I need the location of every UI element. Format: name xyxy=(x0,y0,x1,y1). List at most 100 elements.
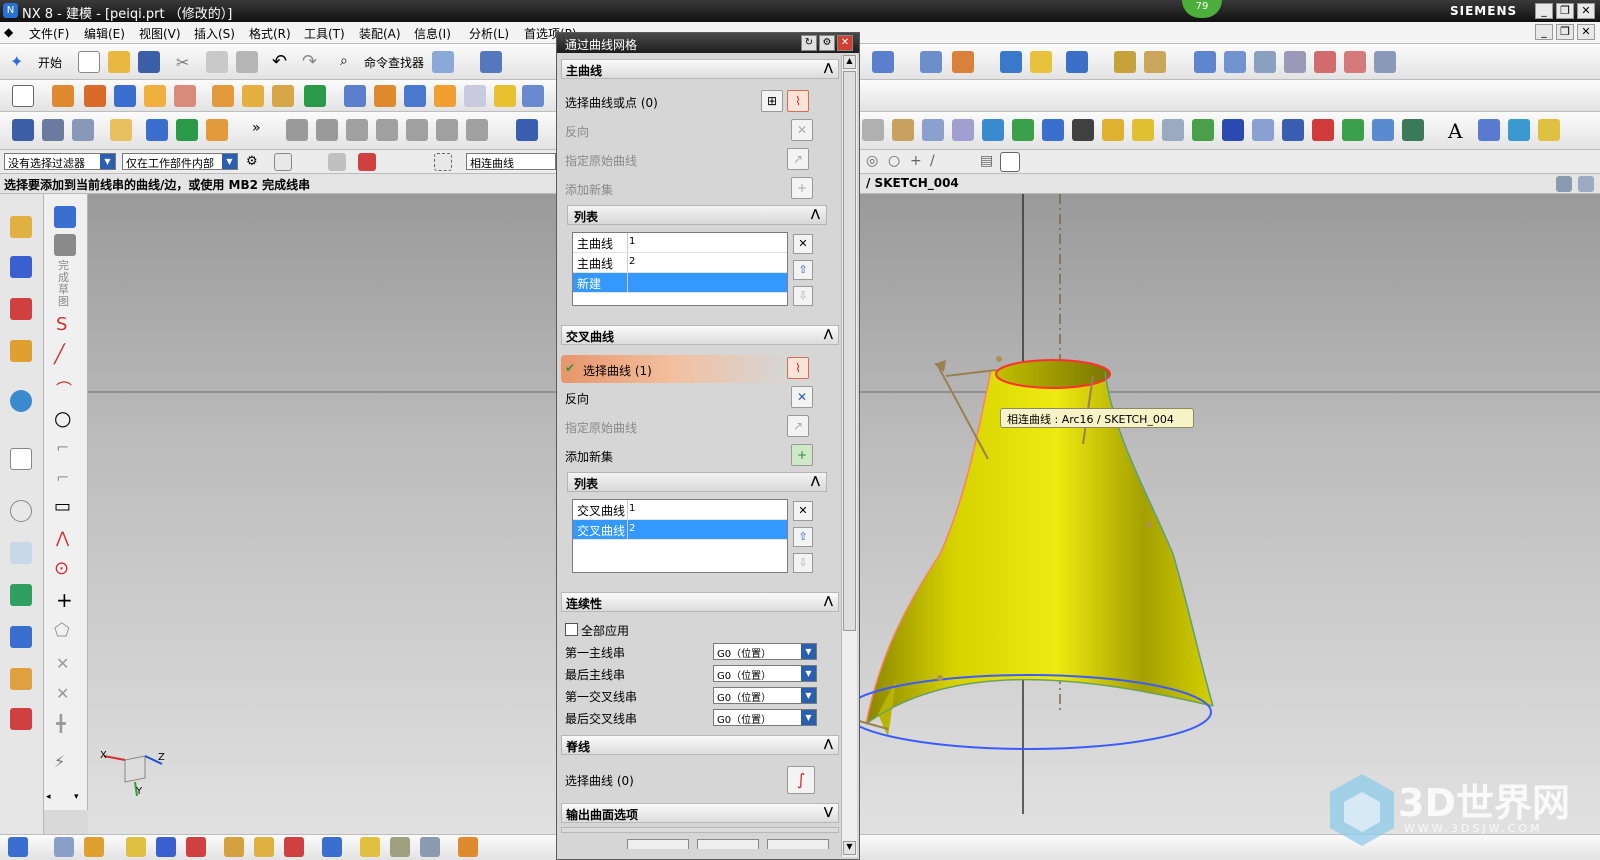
toolbar-icon-c[interactable] xyxy=(952,51,974,73)
list-item[interactable]: 主曲线 2 xyxy=(573,253,787,273)
filter-tool-icon[interactable]: ⚙ xyxy=(246,154,258,169)
sketch-icon[interactable] xyxy=(12,85,34,107)
snap-tool-icon[interactable] xyxy=(274,153,292,171)
bottom-tool-2-icon[interactable] xyxy=(54,837,74,857)
quick-trim-icon[interactable]: ✕ xyxy=(56,654,69,673)
spine-curve-icon[interactable]: ∫ xyxy=(787,766,815,794)
move-up-icon[interactable]: ⇧ xyxy=(793,260,813,280)
scroll-down-arrow[interactable]: ▼ xyxy=(843,841,856,855)
ellipse-icon[interactable]: ⊙ xyxy=(54,558,69,579)
part-navigator-icon[interactable] xyxy=(10,298,32,320)
snap-center-icon[interactable]: ◎ xyxy=(866,153,878,169)
toolbar-icon-d[interactable] xyxy=(1000,51,1022,73)
curve-tool-1-icon[interactable] xyxy=(286,119,308,141)
system-scenes-icon[interactable] xyxy=(10,708,32,730)
block-icon[interactable] xyxy=(114,85,136,107)
snap-tool-2-icon[interactable] xyxy=(328,153,346,171)
toolbar-select-icon[interactable] xyxy=(480,51,502,73)
list-item-selected[interactable]: 交叉曲线 2 xyxy=(573,520,787,540)
bottom-tool-11-icon[interactable] xyxy=(360,837,380,857)
surface-tool-11-icon[interactable] xyxy=(1162,119,1184,141)
cross-select-curve-icon[interactable]: ⌇ xyxy=(787,357,809,379)
roles-icon[interactable] xyxy=(10,668,32,690)
mirror-icon[interactable] xyxy=(522,85,544,107)
offset-curve-icon[interactable]: ⬠ xyxy=(54,620,70,641)
curve-tool-4-icon[interactable] xyxy=(376,119,398,141)
surface-tool-16-icon[interactable] xyxy=(1312,119,1334,141)
settings-gear-icon[interactable]: ⚙ xyxy=(819,35,835,51)
new-file-icon[interactable] xyxy=(78,51,100,73)
surface-tool-13-icon[interactable] xyxy=(1222,119,1244,141)
doc-minimize-button[interactable]: _ xyxy=(1535,24,1553,40)
surface-tool-4-icon[interactable] xyxy=(952,119,974,141)
surface-tool-8-icon[interactable] xyxy=(1072,119,1094,141)
cross-reverse-icon[interactable]: ✕ xyxy=(791,386,813,408)
toolbar-icon-a[interactable] xyxy=(872,51,894,73)
open-folder-icon[interactable] xyxy=(108,51,130,73)
first-cross-dropdown[interactable]: G0（位置） ▼ xyxy=(713,687,817,704)
toolbar-icon-m[interactable] xyxy=(1344,51,1366,73)
datum-icon[interactable] xyxy=(304,85,326,107)
bottom-tool-1-icon[interactable] xyxy=(8,837,28,857)
line-icon[interactable]: ╱ xyxy=(54,344,65,365)
trim-body-icon[interactable] xyxy=(404,85,426,107)
offset-face-icon[interactable] xyxy=(464,85,486,107)
polygon-icon[interactable]: ⋀ xyxy=(56,528,69,547)
green-tool-icon[interactable] xyxy=(176,119,198,141)
primary-reverse-icon[interactable]: ✕ xyxy=(791,119,813,141)
bottom-tool-8-icon[interactable] xyxy=(254,837,274,857)
surface-tool-15-icon[interactable] xyxy=(1282,119,1304,141)
surface-tool-6-icon[interactable] xyxy=(1012,119,1034,141)
cross-remove-icon[interactable]: ✕ xyxy=(793,501,813,521)
surface-tool-19-icon[interactable] xyxy=(1402,119,1424,141)
toolbar-icon-h[interactable] xyxy=(1194,51,1216,73)
continuity-header[interactable]: 连续性 ⋀ xyxy=(561,592,839,612)
point-dialog-icon[interactable]: ⊞ xyxy=(761,90,783,112)
surface-tool-7-icon[interactable] xyxy=(1042,119,1064,141)
dialog-close-icon[interactable]: ✕ xyxy=(837,35,853,51)
toolbar-icon-j[interactable] xyxy=(1254,51,1276,73)
menu-file[interactable]: 文件(F) xyxy=(29,25,69,42)
edit-icon[interactable] xyxy=(110,119,132,141)
system-materials-icon[interactable] xyxy=(10,542,32,564)
surface-tool-9-icon[interactable] xyxy=(1102,119,1124,141)
toolbar-grid-icon[interactable] xyxy=(432,51,454,73)
bottom-tool-9-icon[interactable] xyxy=(284,837,304,857)
sketch-name-icon[interactable] xyxy=(54,234,76,256)
history-icon[interactable] xyxy=(10,500,32,522)
surface-tool-21-icon[interactable] xyxy=(1508,119,1530,141)
cross-origin-icon[interactable]: ↗ xyxy=(787,415,809,437)
minimize-button[interactable]: _ xyxy=(1535,3,1553,19)
arc-icon[interactable]: ⌒ xyxy=(56,376,72,400)
shell-icon[interactable] xyxy=(242,85,264,107)
menu-information[interactable]: 信息(I) xyxy=(414,25,451,42)
point-icon[interactable]: + xyxy=(56,588,73,612)
extrude-icon[interactable] xyxy=(52,85,74,107)
bottom-tool-14-icon[interactable] xyxy=(458,837,478,857)
toolbar-icon-i[interactable] xyxy=(1224,51,1246,73)
surface-tool-3-icon[interactable] xyxy=(922,119,944,141)
bottom-tool-6-icon[interactable] xyxy=(186,837,206,857)
last-primary-dropdown[interactable]: G0（位置） ▼ xyxy=(713,665,817,682)
toolbar-overflow-icon[interactable]: » xyxy=(252,120,261,136)
maximize-button[interactable]: ❐ xyxy=(1556,3,1574,19)
snap-line-icon[interactable]: / xyxy=(930,153,935,169)
menu-insert[interactable]: 插入(S) xyxy=(194,25,235,42)
profile-icon[interactable]: S xyxy=(56,314,67,335)
cross-select-highlight[interactable]: ✔ 选择曲线 (1) xyxy=(561,355,787,383)
unite-icon[interactable] xyxy=(374,85,396,107)
curve-tool-2-icon[interactable] xyxy=(316,119,338,141)
select-curve-icon[interactable]: ⌇ xyxy=(787,90,809,112)
toolbar-icon-f[interactable] xyxy=(1066,51,1088,73)
cylinder-icon[interactable] xyxy=(516,119,538,141)
toolbar-icon-l[interactable] xyxy=(1314,51,1336,73)
first-primary-dropdown[interactable]: G0（位置） ▼ xyxy=(713,643,817,660)
list-item[interactable]: 交叉曲线 1 xyxy=(573,500,787,520)
scroll-up-arrow[interactable]: ▲ xyxy=(843,55,856,69)
surface-tool-14-icon[interactable] xyxy=(1252,119,1274,141)
view-cube-icon[interactable] xyxy=(1000,152,1020,172)
surface-tool-2-icon[interactable] xyxy=(892,119,914,141)
pad-icon[interactable] xyxy=(212,85,234,107)
output-options-header[interactable]: 输出曲面选项 ⋁ xyxy=(561,803,839,823)
scroll-down-icon[interactable]: ▾ xyxy=(74,792,79,802)
